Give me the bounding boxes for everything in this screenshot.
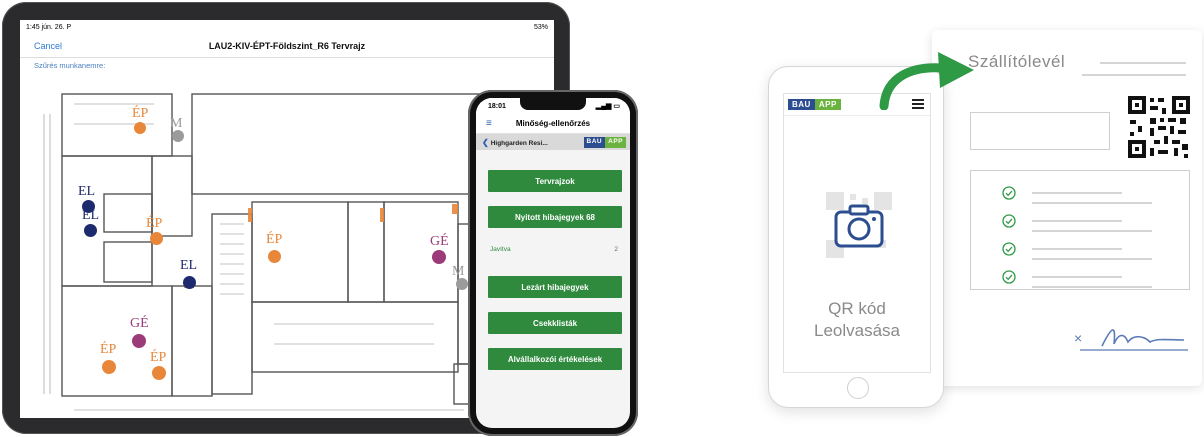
text-line [1032,220,1122,222]
subcontractor-rating-button[interactable]: Alvállalkozói értékelések [488,348,622,370]
plan-title: LAU2-KIV-ÉPT-Földszint_R6 Tervrajz [208,40,366,51]
project-name: Highgarden Resi... [490,139,548,147]
phone-status-time: 18:01 [488,102,506,110]
marker-label: EL [78,184,96,199]
hamburger-menu-icon[interactable]: ≡ [486,118,492,129]
fixed-count: 2 [614,245,618,253]
issue-marker-ge[interactable] [132,334,146,348]
qr-code-icon [1128,96,1190,158]
marker-label: ÉP [150,350,167,365]
text-line [1032,230,1152,232]
plans-button[interactable]: Tervrajzok [488,170,622,192]
open-issues-button[interactable]: Nyitott hibajegyek 68 [488,206,622,228]
scanner-phone-device: BAU APP QR kód Leolvasása [768,66,944,408]
logo-part-app: APP [605,136,626,148]
home-button[interactable] [847,377,869,399]
check-circle-icon [1002,214,1016,228]
marker-label: GÉ [430,234,449,249]
phone-notch [520,98,586,110]
closed-issues-button[interactable]: Lezárt hibajegyek [488,276,622,298]
issue-marker-ep[interactable] [268,250,281,263]
phone-device: 18:01 ▂▄▆ ▭ ≡ Minőség-ellenőrzés ❮ Highga… [468,90,638,436]
text-line [1032,286,1152,288]
document-field-box [970,112,1110,150]
issue-marker-ep[interactable] [102,360,116,374]
marker-label: ÉP [146,216,163,231]
phone-header: ≡ Minőség-ellenőrzés [476,114,630,134]
marker-label: GÉ [130,316,149,331]
bauapp-logo: BAU APP [788,99,841,110]
tablet-nav-bar: Cancel LAU2-KIV-ÉPT-Földszint_R6 Tervraj… [20,34,554,58]
logo-part-bau: BAU [788,99,815,110]
divider [1100,62,1186,64]
fixed-row[interactable]: Javítva 2 [490,242,618,256]
issue-marker-m[interactable] [172,130,184,142]
project-bar: ❮ Highgarden Resi... BAU APP [476,134,630,150]
text-line [1032,258,1152,260]
signature-icon [1080,329,1188,351]
marker-label: EL [180,258,198,273]
issue-marker-ep[interactable] [152,366,166,380]
marker-label: ÉP [266,232,283,247]
marker-label: ÉP [100,342,117,357]
tablet-battery: 53% [533,23,548,31]
camera-scan-icon[interactable] [824,190,894,260]
issue-marker-ge[interactable] [432,250,446,264]
scanner-phone-screen: BAU APP QR kód Leolvasása [783,93,931,373]
logo-part-app: APP [814,99,841,110]
tablet-status-time: 1:45 jún. 26. P [26,23,72,31]
issue-marker-ep[interactable] [150,232,163,245]
issue-marker-ep[interactable] [134,122,146,134]
logo-part-bau: BAU [583,136,606,148]
issue-marker-m[interactable] [456,278,468,290]
signal-icon: ▂▄▆ ▭ [595,103,620,110]
check-circle-icon [1002,270,1016,284]
text-line [1032,276,1122,278]
green-arrow-icon [879,52,974,110]
issue-marker-el[interactable] [84,224,97,237]
marker-label: ÉP [132,106,149,121]
phone-title: Minőség-ellenőrzés [515,119,591,128]
filter-label[interactable]: Szűrés munkanemre: [20,58,554,72]
marker-label: EL [82,208,100,223]
issue-marker-el[interactable] [183,276,196,289]
check-circle-icon [1002,186,1016,200]
bauapp-logo: BAU APP [583,136,626,148]
qr-title-line2: Leolvasása [813,321,900,340]
project-selector[interactable]: ❮ Highgarden Resi... [482,138,548,147]
text-line [1032,192,1122,194]
fixed-label: Javítva [490,245,511,253]
text-line [1032,248,1122,250]
phone-screen: 18:01 ▂▄▆ ▭ ≡ Minőség-ellenőrzés ❮ Highga… [476,98,630,428]
tablet-status-bar: 1:45 jún. 26. P 53% [20,20,554,34]
signature-x-mark: × [1074,330,1083,346]
check-circle-icon [1002,242,1016,256]
text-line [1032,202,1152,204]
divider [1082,74,1186,76]
checklists-button[interactable]: Csekklisták [488,312,622,334]
back-chevron-icon[interactable]: ❮ [482,138,489,147]
qr-title-line1: QR kód [828,299,886,318]
